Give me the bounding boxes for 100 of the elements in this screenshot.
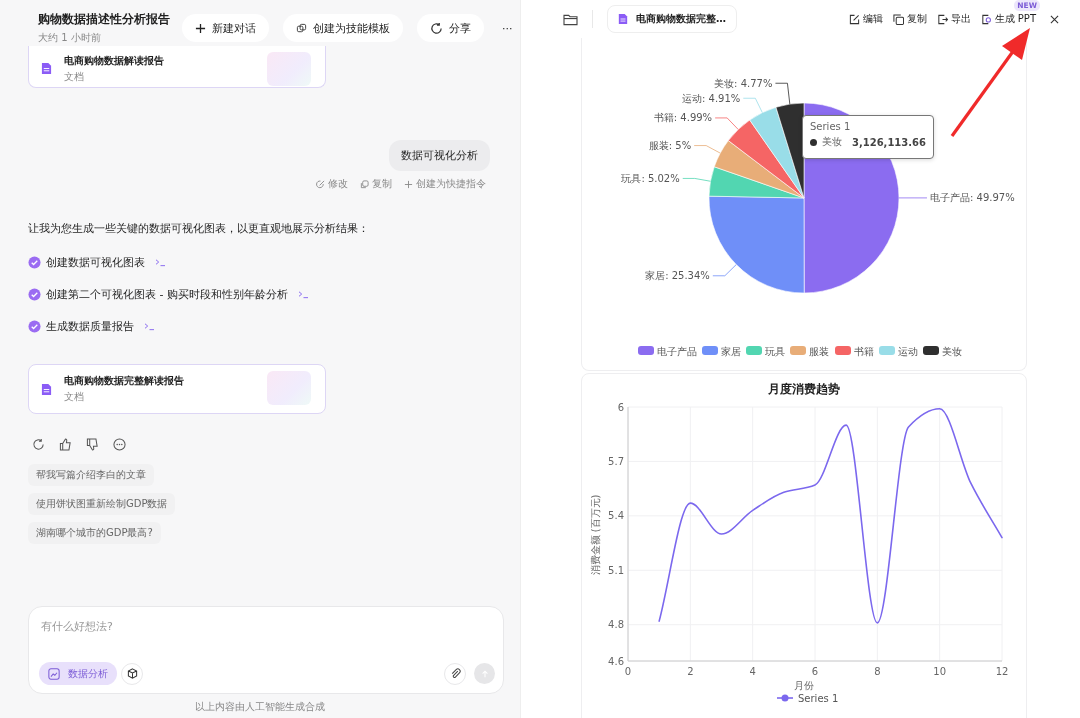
terminal-icon[interactable]: [155, 257, 166, 267]
legend-item[interactable]: 美妆: [923, 346, 962, 357]
cube-button[interactable]: [121, 662, 143, 685]
document-type: 文档: [64, 390, 85, 404]
data-label: 美妆: 4.77%: [714, 77, 773, 89]
legend-label: 书籍: [854, 346, 874, 357]
timestamp: 大约 1 小时前: [38, 31, 102, 45]
legend-label: 玩具: [765, 346, 785, 357]
paperclip-icon: [449, 668, 461, 679]
tooltip-category: 美妆: [822, 135, 843, 149]
y-tick-label: 6: [617, 401, 624, 413]
assistant-message: 让我为您生成一些关键的数据可视化图表，以更直观地展示分析结果：: [28, 221, 370, 236]
suggestion-chip[interactable]: 湖南哪个城市的GDP最高?: [28, 522, 161, 544]
toolbar-button[interactable]: 复制: [892, 12, 927, 26]
user-message: 数据可视化分析: [389, 140, 490, 171]
message-action[interactable]: 修改: [316, 177, 348, 191]
x-tick-label: 8: [874, 666, 881, 677]
message-input[interactable]: 有什么好想法? 数据分析: [28, 606, 504, 694]
terminal-icon[interactable]: [297, 289, 309, 299]
more-button[interactable]: ···: [498, 17, 517, 39]
legend-label: 家居: [721, 346, 741, 357]
step-label: 创建第二个可视化图表 - 购买时段和性别年龄分析: [46, 286, 288, 302]
y-tick-label: 5.7: [608, 455, 624, 467]
legend-label: 美妆: [942, 346, 962, 357]
message-action[interactable]: 复制: [360, 177, 392, 191]
x-tick-label: 2: [687, 666, 694, 677]
suggestion-chip[interactable]: 使用饼状图重新绘制GDP数据: [28, 493, 176, 515]
export-icon: [936, 13, 948, 25]
tooltip-series: Series 1: [810, 121, 852, 132]
pie-slice[interactable]: [708, 166, 805, 199]
pie-slice[interactable]: [775, 102, 805, 199]
message-field[interactable]: 有什么好想法?: [39, 615, 495, 662]
presentation-icon: [980, 13, 992, 25]
document-card[interactable]: 电商购物数据解读报告 文档: [28, 46, 326, 88]
data-label: 电子产品: 49.97%: [930, 192, 1015, 204]
legend-item[interactable]: 电子产品: [638, 346, 697, 357]
leader-line: [693, 145, 721, 154]
legend-label: Series 1: [798, 692, 839, 704]
copy-icon: [360, 179, 369, 189]
pie-slice[interactable]: [728, 119, 805, 199]
pie-slice[interactable]: [714, 140, 805, 199]
legend-item[interactable]: 家居: [702, 346, 741, 357]
retry-icon[interactable]: [32, 438, 45, 451]
terminal-icon[interactable]: [144, 321, 155, 331]
legend-label: 服装: [809, 346, 829, 357]
plus-icon: [404, 179, 413, 189]
x-tick-label: 0: [624, 666, 632, 677]
document-card[interactable]: 电商购物数据完整解读报告 文档: [28, 364, 326, 414]
leader-line: [712, 264, 737, 277]
message-action[interactable]: 创建为快捷指令: [404, 177, 486, 191]
thumbs-down-icon[interactable]: [86, 438, 99, 451]
y-axis-title: 消费金额 (百万元): [590, 494, 601, 576]
header-button[interactable]: 新建对话: [182, 14, 269, 42]
document-tab[interactable]: 电商购物数据完整…: [607, 5, 737, 33]
suggestion-chip[interactable]: 帮我写篇介绍李白的文章: [28, 464, 154, 486]
tooltip-value: 3,126,113.66: [851, 136, 926, 148]
pie-slice[interactable]: [749, 106, 805, 199]
header-button[interactable]: 分享: [417, 14, 484, 42]
y-tick-label: 5.1: [608, 564, 624, 576]
folder-icon[interactable]: [563, 12, 578, 26]
step-label: 生成数据质量报告: [46, 318, 134, 334]
legend-label: 电子产品: [657, 346, 697, 357]
legend-item[interactable]: 服装: [790, 346, 829, 357]
y-tick-label: 4.8: [608, 619, 624, 631]
legend-item[interactable]: 运动: [879, 346, 918, 357]
x-tick-label: 10: [933, 666, 947, 677]
disclaimer: 以上内容由人工智能生成合成: [194, 700, 326, 714]
y-tick-label: 5.4: [608, 510, 624, 522]
edit-icon: [316, 179, 325, 189]
legend-item[interactable]: 书籍: [835, 346, 874, 357]
x-axis-title: 月份: [794, 680, 814, 691]
leader-line: [898, 197, 928, 199]
data-analysis-toggle[interactable]: 数据分析: [39, 662, 117, 685]
data-label: 服装: 5%: [648, 140, 692, 152]
leader-line: [775, 82, 791, 105]
attach-button[interactable]: [444, 662, 466, 685]
legend-item[interactable]: 玩具: [746, 346, 785, 357]
leader-line: [742, 97, 763, 114]
legend-item[interactable]: Series 1: [776, 692, 839, 704]
edit-icon: [848, 13, 860, 25]
document-icon: [618, 13, 628, 25]
data-label: 家居: 25.34%: [645, 270, 710, 282]
document-icon: [41, 382, 52, 396]
toolbar-button[interactable]: 编辑: [848, 12, 883, 26]
step-label: 创建数据可视化图表: [46, 254, 145, 270]
document-type: 文档: [64, 69, 85, 84]
close-button[interactable]: [1050, 14, 1059, 24]
x-tick-label: 12: [995, 666, 1009, 677]
header-button[interactable]: 创建为技能模板: [283, 14, 403, 42]
data-label: 玩具: 5.02%: [621, 172, 680, 184]
chart-icon: [48, 667, 60, 680]
copy-icon: [892, 13, 904, 25]
more-icon[interactable]: [113, 438, 126, 451]
leader-line: [682, 178, 711, 182]
document-thumbnail-icon: [267, 52, 311, 86]
thumbs-up-icon[interactable]: [59, 438, 72, 451]
plus-icon: [195, 22, 206, 34]
legend-label: 运动: [898, 346, 918, 357]
toolbar-button[interactable]: 导出: [936, 12, 971, 26]
document-icon: [41, 62, 52, 75]
